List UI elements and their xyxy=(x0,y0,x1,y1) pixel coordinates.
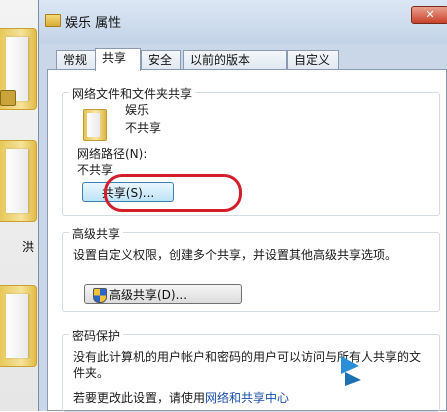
group-title: 网络文件和文件夹共享 xyxy=(69,85,196,102)
tab-security[interactable]: 安全 xyxy=(141,50,181,70)
highlight-annotation xyxy=(104,174,242,212)
network-path-label: 网络路径(N): xyxy=(77,147,148,161)
advanced-sharing-button-label: 高级共享(D)... xyxy=(109,288,188,302)
advanced-sharing-button[interactable]: 高级共享(D)... xyxy=(84,284,242,304)
network-path-value: 不共享 xyxy=(77,163,114,177)
password-protection-group: 密码保护 没有此计算机的用户帐户和密码的用户可以访问与所有人共享的文件夹。 若要… xyxy=(62,327,440,412)
sharing-tab-page: 网络文件和文件夹共享 娱乐 不共享 网络路径(N): 不共享 共享(S)... … xyxy=(47,69,447,412)
desktop-background xyxy=(0,0,38,411)
network-sharing-center-link[interactable]: 网络和共享中心 xyxy=(205,391,289,405)
tab-customize[interactable]: 自定义 xyxy=(287,50,339,70)
properties-dialog: 娱乐 属性 ✕ 常规 共享 安全 以前的版本 自定义 网络文件和文件夹共享 娱乐… xyxy=(38,0,447,412)
uac-shield-icon xyxy=(93,288,107,303)
folder-icon xyxy=(45,14,61,27)
desktop-folder-label: 洪 xyxy=(22,240,35,254)
group-title: 高级共享 xyxy=(69,225,124,242)
change-setting-prefix: 若要更改此设置，请使用 xyxy=(73,391,206,405)
folder-name: 娱乐 xyxy=(125,103,150,117)
desktop-folder-icon[interactable] xyxy=(0,140,37,222)
group-title: 密码保护 xyxy=(69,327,124,344)
password-protection-description: 没有此计算机的用户帐户和密码的用户可以访问与所有人共享的文件夹。 xyxy=(73,350,422,380)
tab-strip: 常规 共享 安全 以前的版本 自定义 xyxy=(47,48,447,71)
folder-share-status: 不共享 xyxy=(125,121,162,135)
watermark-logo-icon xyxy=(341,356,361,386)
lock-icon xyxy=(0,90,16,106)
folder-icon xyxy=(83,109,107,141)
desktop-folder-icon[interactable] xyxy=(0,285,37,367)
close-button[interactable]: ✕ xyxy=(411,6,447,24)
change-setting-text: 若要更改此设置，请使用网络和共享中心 xyxy=(73,389,289,406)
tab-general[interactable]: 常规 xyxy=(56,50,96,70)
title-bar[interactable]: 娱乐 属性 ✕ xyxy=(39,0,447,44)
dialog-title: 娱乐 属性 xyxy=(65,16,122,31)
tab-previous-versions[interactable]: 以前的版本 xyxy=(183,50,287,70)
advanced-sharing-description: 设置自定义权限，创建多个共享，并设置其他高级共享选项。 xyxy=(73,248,398,262)
tab-sharing[interactable]: 共享 xyxy=(95,48,141,71)
